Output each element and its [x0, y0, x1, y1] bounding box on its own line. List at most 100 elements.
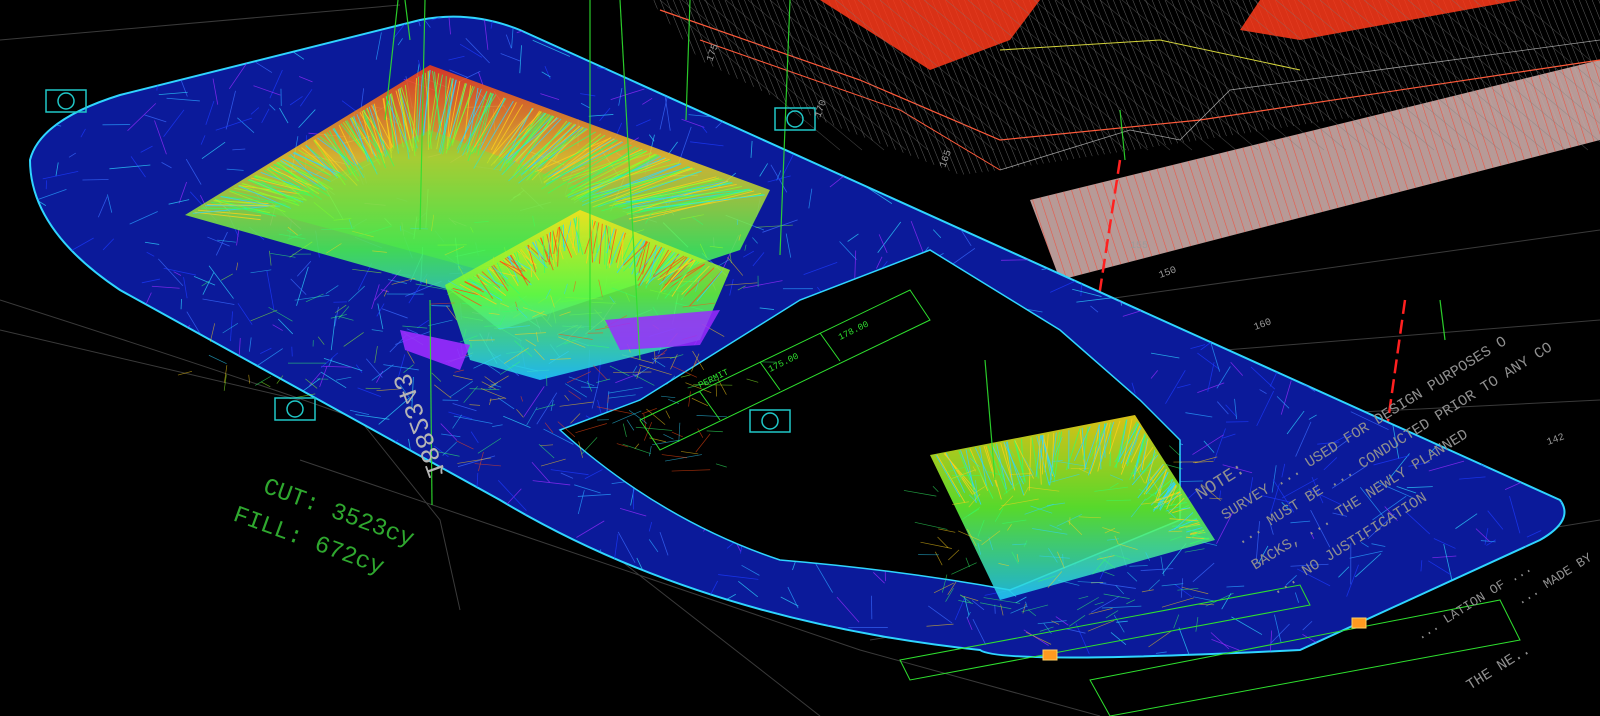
mesh-edge — [84, 482, 107, 486]
pit-floor-edge — [248, 374, 251, 384]
mesh-edge — [389, 16, 396, 21]
mesh-edge — [1232, 249, 1261, 251]
contour-label: 155 — [1130, 241, 1148, 252]
mesh-edge — [294, 27, 334, 44]
mesh-edge — [1518, 615, 1535, 640]
mesh-edge — [1312, 307, 1329, 315]
mesh-edge — [213, 16, 217, 21]
mesh-edge — [722, 663, 740, 689]
mesh-edge — [1010, 186, 1018, 196]
mesh-edge — [119, 16, 122, 18]
mesh-edge — [296, 585, 314, 594]
mesh-edge — [108, 586, 127, 614]
mesh-edge — [1555, 165, 1565, 192]
mesh-edge — [1255, 654, 1280, 658]
mesh-edge — [496, 621, 529, 635]
mesh-edge — [1397, 337, 1422, 347]
mesh-edge — [489, 584, 506, 604]
mesh-edge — [425, 665, 443, 669]
mesh-edge — [488, 606, 503, 631]
mesh-edge — [1528, 393, 1558, 410]
mesh-edge — [1153, 281, 1158, 301]
mesh-edge — [715, 98, 746, 129]
mesh-edge — [1318, 297, 1345, 315]
section-marker-circle — [57, 92, 75, 110]
mesh-edge — [165, 635, 168, 651]
mesh-edge — [30, 429, 61, 446]
mesh-edge — [347, 664, 360, 684]
mesh-edge — [250, 610, 272, 637]
mesh-edge — [559, 621, 568, 626]
mesh-edge — [1354, 222, 1385, 254]
guide-line — [1439, 299, 1446, 341]
mesh-edge — [471, 558, 498, 589]
mesh-edge — [672, 628, 691, 645]
mesh-edge — [1380, 289, 1417, 297]
mesh-edge — [1558, 154, 1565, 168]
mesh-edge — [647, 71, 674, 87]
mesh-edge — [342, 428, 359, 467]
mesh-edge — [358, 586, 387, 599]
mesh-edge — [391, 463, 395, 489]
mesh-edge — [1318, 289, 1340, 296]
mesh-edge — [1465, 314, 1480, 351]
mesh-edge — [1357, 303, 1362, 323]
mesh-edge — [143, 669, 172, 689]
mesh-edge — [98, 572, 114, 584]
mesh-edge — [1370, 280, 1393, 288]
section-marker-icon[interactable] — [274, 397, 316, 421]
mesh-edge — [297, 407, 317, 414]
mesh-edge — [6, 326, 25, 346]
mesh-edge — [1542, 661, 1558, 664]
mesh-edge — [1414, 291, 1421, 315]
mesh-edge — [1428, 200, 1433, 213]
mesh-edge — [291, 346, 293, 357]
mesh-edge — [138, 451, 158, 454]
mesh-edge — [1448, 326, 1451, 345]
mesh-edge — [508, 623, 539, 651]
mesh-edge — [95, 51, 119, 80]
mesh-edge — [379, 470, 395, 488]
mesh-edge — [1248, 664, 1266, 680]
mesh-edge — [1403, 636, 1412, 654]
mesh-edge — [485, 654, 496, 658]
mesh-edge — [292, 598, 313, 612]
mesh-edge — [1548, 466, 1564, 476]
mesh-edge — [603, 568, 624, 587]
mesh-edge — [303, 583, 313, 615]
cad-drawing-canvas[interactable]: 175 170 165 160 155 150 142 PERMIT 175.0… — [0, 0, 1600, 716]
mesh-edge — [1457, 625, 1480, 629]
mesh-edge — [32, 522, 49, 552]
mesh-edge — [369, 3, 380, 15]
control-point[interactable] — [1351, 617, 1367, 629]
mesh-edge — [406, 633, 415, 653]
mesh-edge — [269, 3, 277, 11]
mesh-edge — [67, 413, 91, 434]
mesh-edge — [94, 460, 97, 480]
mesh-edge — [331, 631, 343, 657]
mesh-edge — [68, 544, 83, 561]
mesh-edge — [186, 635, 209, 640]
mesh-edge — [1355, 322, 1364, 344]
mesh-edge — [1570, 377, 1585, 379]
mesh-edge — [1392, 372, 1426, 377]
mesh-edge — [1352, 376, 1385, 389]
mesh-edge — [208, 468, 241, 490]
mesh-edge — [546, 649, 584, 658]
mesh-edge — [1549, 378, 1553, 387]
mesh-edge — [30, 502, 52, 511]
mesh-edge — [723, 635, 733, 657]
control-point[interactable] — [1042, 649, 1058, 661]
mesh-edge — [152, 428, 172, 432]
mesh-edge — [364, 665, 370, 694]
section-marker-circle — [786, 110, 804, 128]
mesh-edge — [115, 454, 137, 487]
mesh-edge — [248, 600, 272, 604]
mesh-edge — [1434, 258, 1468, 261]
mesh-edge — [576, 642, 583, 658]
section-marker-icon[interactable] — [45, 89, 87, 113]
mesh-edge — [85, 609, 99, 611]
mesh-edge — [1120, 148, 1132, 180]
mesh-edge — [468, 569, 494, 596]
mesh-edge — [437, 533, 443, 553]
